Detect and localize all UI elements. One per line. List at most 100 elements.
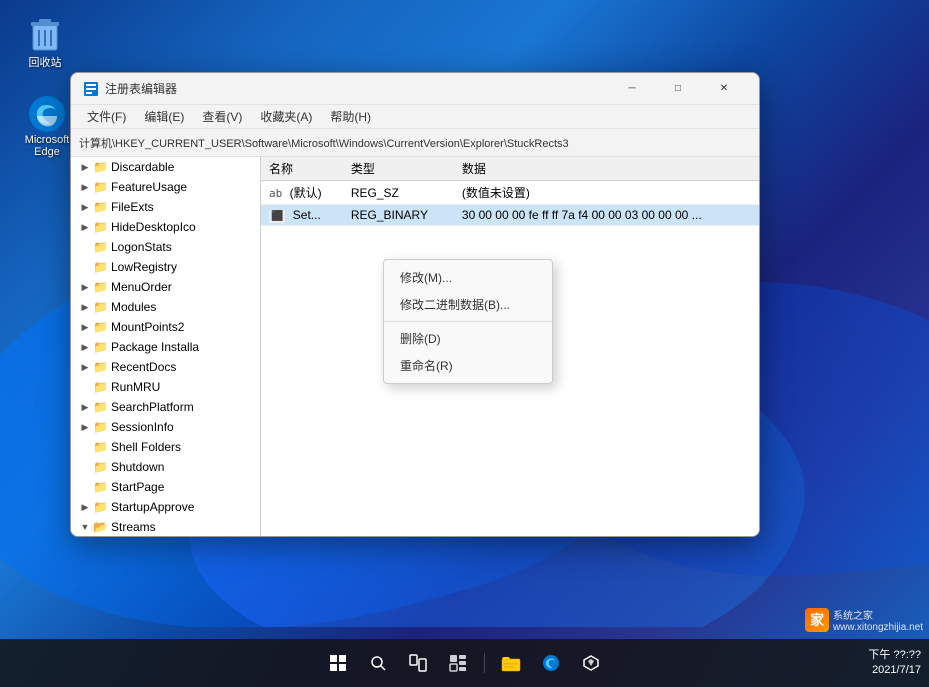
menu-view[interactable]: 查看(V) bbox=[194, 106, 250, 127]
task-view-icon bbox=[409, 654, 427, 672]
tree-item-shutdown[interactable]: ▶ 📁 Shutdown bbox=[71, 457, 260, 477]
store-icon bbox=[582, 654, 600, 672]
search-icon bbox=[369, 654, 387, 672]
table-row[interactable]: ⬛ Set... REG_BINARY 30 00 00 00 fe ff ff… bbox=[261, 205, 759, 226]
folder-icon: 📁 bbox=[93, 180, 107, 194]
menu-edit[interactable]: 编辑(E) bbox=[136, 106, 192, 127]
edge-icon-svg bbox=[27, 94, 67, 134]
recycle-bin-svg bbox=[25, 14, 65, 54]
tree-item-streams[interactable]: ▼ 📂 Streams bbox=[71, 517, 260, 536]
menu-help[interactable]: 帮助(H) bbox=[322, 106, 379, 127]
expand-icon: ▶ bbox=[79, 301, 91, 313]
title-bar-icon bbox=[83, 81, 99, 97]
store-button[interactable] bbox=[573, 645, 609, 681]
tree-item-startpage[interactable]: ▶ 📁 StartPage bbox=[71, 477, 260, 497]
folder-icon: 📁 bbox=[93, 220, 107, 234]
start-button[interactable] bbox=[320, 645, 356, 681]
row-data: 30 00 00 00 fe ff ff 7a f4 00 00 03 00 0… bbox=[454, 205, 759, 226]
tree-item-package[interactable]: ▶ 📁 Package Installa bbox=[71, 337, 260, 357]
file-explorer-button[interactable] bbox=[493, 645, 529, 681]
tree-item-runmru[interactable]: ▶ 📁 RunMRU bbox=[71, 377, 260, 397]
brand-text: 系统之家 www.xitongzhijia.net bbox=[833, 607, 923, 633]
expand-icon: ▶ bbox=[79, 161, 91, 173]
tree-item-shellfolders[interactable]: ▶ 📁 Shell Folders bbox=[71, 437, 260, 457]
folder-icon: 📁 bbox=[93, 360, 107, 374]
tree-item-fileexts[interactable]: ▶ 📁 FileExts bbox=[71, 197, 260, 217]
window-controls: ─ □ ✕ bbox=[609, 73, 747, 105]
context-menu: 修改(M)... 修改二进制数据(B)... 删除(D) 重命名(R) bbox=[383, 259, 553, 384]
col-name: 名称 bbox=[261, 157, 343, 181]
row-data: (数值未设置) bbox=[454, 181, 759, 205]
tree-item-mountpoints[interactable]: ▶ 📁 MountPoints2 bbox=[71, 317, 260, 337]
expand-icon: ▶ bbox=[79, 501, 91, 513]
menu-bar: 文件(F) 编辑(E) 查看(V) 收藏夹(A) 帮助(H) bbox=[71, 105, 759, 129]
expand-icon: ▶ bbox=[79, 181, 91, 193]
row-name: ⬛ Set... bbox=[261, 205, 343, 226]
tree-item-discardable[interactable]: ▶ 📁 Discardable bbox=[71, 157, 260, 177]
recycle-bin-label: 回收站 bbox=[29, 54, 62, 70]
folder-icon: 📁 bbox=[93, 400, 107, 414]
ctx-rename[interactable]: 重命名(R) bbox=[384, 352, 552, 379]
ctx-modify-binary[interactable]: 修改二进制数据(B)... bbox=[384, 291, 552, 318]
col-data: 数据 bbox=[454, 157, 759, 181]
edge-label: MicrosoftEdge bbox=[25, 134, 70, 158]
row-name: ab (默认) bbox=[261, 181, 343, 205]
tree-item-sessioninfo[interactable]: ▶ 📁 SessionInfo bbox=[71, 417, 260, 437]
start-icon bbox=[329, 654, 347, 672]
table-row[interactable]: ab (默认) REG_SZ (数值未设置) bbox=[261, 181, 759, 205]
maximize-button[interactable]: □ bbox=[655, 73, 701, 105]
row-type: REG_SZ bbox=[343, 181, 454, 205]
taskbar-time: 下午 ??:?? 2021/7/17 bbox=[868, 648, 921, 679]
expand-icon: ▶ bbox=[79, 361, 91, 373]
tree-item-modules[interactable]: ▶ 📁 Modules bbox=[71, 297, 260, 317]
folder-icon: 📁 bbox=[93, 460, 107, 474]
folder-icon: 📂 bbox=[93, 520, 107, 534]
recycle-bin-icon[interactable]: 回收站 bbox=[10, 10, 80, 74]
minimize-button[interactable]: ─ bbox=[609, 73, 655, 105]
row-type: REG_BINARY bbox=[343, 205, 454, 226]
folder-icon: 📁 bbox=[93, 380, 107, 394]
expand-icon: ▶ bbox=[79, 281, 91, 293]
folder-icon: 📁 bbox=[93, 420, 107, 434]
folder-icon: 📁 bbox=[93, 200, 107, 214]
folder-icon: 📁 bbox=[93, 340, 107, 354]
menu-file[interactable]: 文件(F) bbox=[79, 106, 134, 127]
brand-logo: 家 bbox=[805, 608, 829, 632]
folder-icon: 📁 bbox=[93, 260, 107, 274]
widgets-icon bbox=[449, 654, 467, 672]
desktop: 回收站 MicrosoftEdge 注册表编辑器 ─ □ ✕ bbox=[0, 0, 929, 687]
expand-icon: ▼ bbox=[79, 521, 91, 533]
folder-icon: 📁 bbox=[93, 300, 107, 314]
tree-item-logonstats[interactable]: ▶ 📁 LogonStats bbox=[71, 237, 260, 257]
expand-icon: ▶ bbox=[79, 201, 91, 213]
expand-icon: ▶ bbox=[79, 401, 91, 413]
folder-icon: 📁 bbox=[93, 440, 107, 454]
tree-item-featureusage[interactable]: ▶ 📁 FeatureUsage bbox=[71, 177, 260, 197]
window-title: 注册表编辑器 bbox=[105, 80, 609, 97]
registry-editor-window: 注册表编辑器 ─ □ ✕ 文件(F) 编辑(E) 查看(V) 收藏夹(A) 帮助… bbox=[70, 72, 760, 537]
tree-panel: ▶ 📁 Discardable ▶ 📁 FeatureUsage ▶ 📁 Fil… bbox=[71, 157, 261, 536]
edge-taskbar-button[interactable] bbox=[533, 645, 569, 681]
brand-watermark: 家 系统之家 www.xitongzhijia.net bbox=[805, 607, 923, 633]
expand-icon: ▶ bbox=[79, 341, 91, 353]
tree-item-menuorder[interactable]: ▶ 📁 MenuOrder bbox=[71, 277, 260, 297]
taskbar-separator bbox=[484, 653, 485, 673]
close-button[interactable]: ✕ bbox=[701, 73, 747, 105]
tree-item-searchplatform[interactable]: ▶ 📁 SearchPlatform bbox=[71, 397, 260, 417]
ctx-modify[interactable]: 修改(M)... bbox=[384, 264, 552, 291]
search-button[interactable] bbox=[360, 645, 396, 681]
tree-item-lowregistry[interactable]: ▶ 📁 LowRegistry bbox=[71, 257, 260, 277]
menu-favorites[interactable]: 收藏夹(A) bbox=[252, 106, 320, 127]
tree-item-hidedesktop[interactable]: ▶ 📁 HideDesktopIco bbox=[71, 217, 260, 237]
ctx-divider bbox=[384, 321, 552, 322]
widgets-button[interactable] bbox=[440, 645, 476, 681]
folder-icon: 📁 bbox=[93, 500, 107, 514]
folder-icon: 📁 bbox=[93, 320, 107, 334]
task-view-button[interactable] bbox=[400, 645, 436, 681]
folder-icon: 📁 bbox=[93, 480, 107, 494]
tree-item-recentdocs[interactable]: ▶ 📁 RecentDocs bbox=[71, 357, 260, 377]
table-header: 名称 类型 数据 bbox=[261, 157, 759, 181]
expand-icon: ▶ bbox=[79, 221, 91, 233]
tree-item-startupapprove[interactable]: ▶ 📁 StartupApprove bbox=[71, 497, 260, 517]
ctx-delete[interactable]: 删除(D) bbox=[384, 325, 552, 352]
